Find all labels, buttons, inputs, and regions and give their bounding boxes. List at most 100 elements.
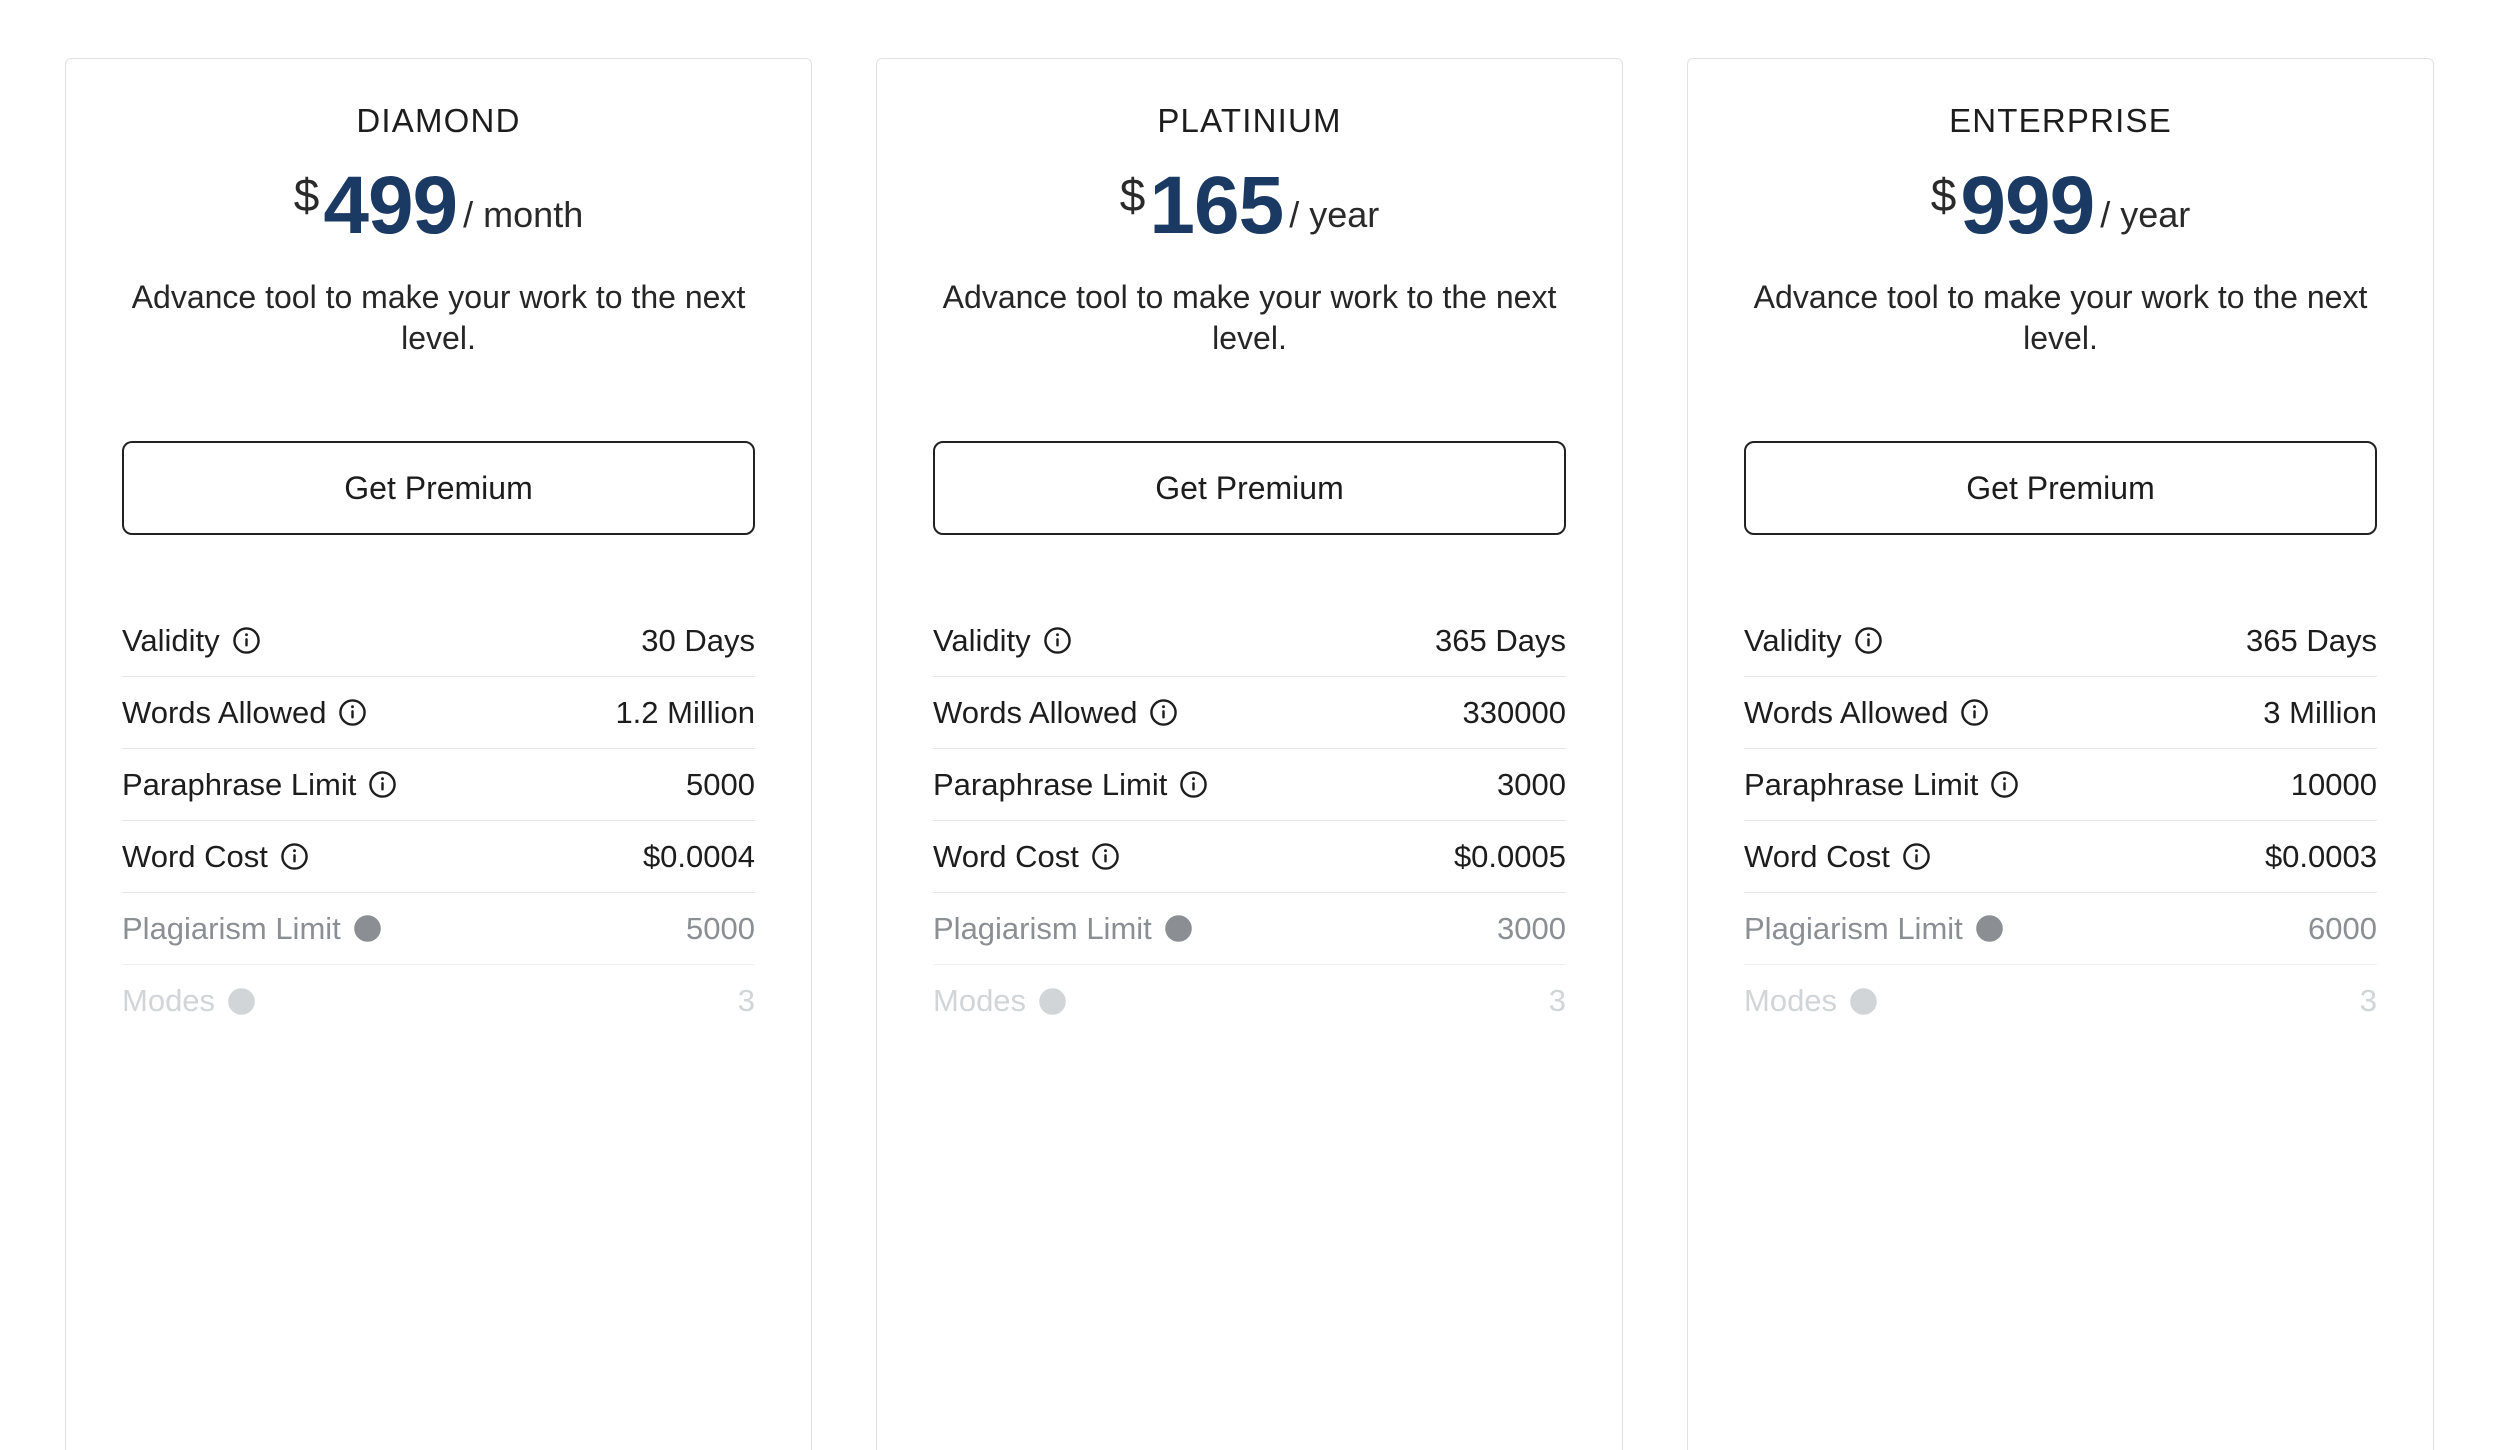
feature-label: Plagiarism Limit [122,910,341,946]
info-circle-icon[interactable] [353,914,382,943]
feature-label: Words Allowed [933,694,1138,730]
cta-wrapper: Get Premium [933,441,1566,536]
feature-row: Words Allowed 330000 [933,677,1566,750]
plan-description: Advance tool to make your work to the ne… [131,279,746,357]
feature-label: Validity [1744,622,1842,658]
feature-label: Paraphrase Limit [122,766,357,802]
info-circle-icon[interactable] [1975,914,2004,943]
feature-value: 3000 [1497,766,1566,802]
feature-label: Word Cost [1744,838,1890,874]
info-circle-icon[interactable] [1091,842,1120,871]
plan-price: $999/ year [1744,165,2377,247]
info-circle-icon[interactable] [1990,770,2019,799]
feature-label: Paraphrase Limit [1744,766,1979,802]
price-currency-symbol: $ [293,169,320,222]
feature-left: Plagiarism Limit [933,911,1193,947]
feature-value: $0.0004 [642,838,755,874]
plan-price: $165/ year [933,165,1566,247]
info-circle-icon[interactable] [1179,770,1208,799]
feature-value: $0.0005 [1453,838,1566,874]
feature-row: Paraphrase Limit 5000 [122,749,755,822]
feature-left: Validity [933,623,1072,659]
get-premium-button[interactable]: Get Premium [1744,441,2377,536]
info-circle-icon[interactable] [1960,698,1989,727]
info-circle-icon[interactable] [280,842,309,871]
info-circle-icon[interactable] [368,770,397,799]
feature-row: Validity 365 Days [933,605,1566,678]
get-premium-button[interactable]: Get Premium [122,441,755,536]
info-circle-icon[interactable] [1149,698,1178,727]
feature-label: Plagiarism Limit [933,910,1152,946]
feature-label: Paraphrase Limit [933,766,1168,802]
cta-wrapper: Get Premium [122,441,755,536]
price-amount: 165 [1149,160,1284,252]
info-circle-icon[interactable] [227,987,256,1016]
feature-label: Word Cost [122,838,268,874]
plan-title: PLATINIUM [1157,102,1342,139]
feature-row: Words Allowed 3 Million [1744,677,2377,750]
feature-value: 365 Days [2246,622,2377,658]
feature-list: Validity 30 Days Words Allowed 1.2 Milli… [122,605,755,1037]
feature-value: 30 Days [641,622,755,658]
feature-left: Plagiarism Limit [122,911,382,947]
feature-value: $0.0003 [2264,838,2377,874]
feature-left: Plagiarism Limit [1744,911,2004,947]
feature-value: 3000 [1497,910,1566,946]
feature-row: Paraphrase Limit 10000 [1744,749,2377,822]
price-period: / year [1289,194,1380,236]
feature-left: Word Cost [933,839,1120,875]
feature-value: 6000 [2308,910,2377,946]
get-premium-button[interactable]: Get Premium [933,441,1566,536]
info-circle-icon[interactable] [1902,842,1931,871]
feature-label: Validity [933,622,1031,658]
plan-card-enterprise: ENTERPRISE $999/ year Advance tool to ma… [1687,58,2434,1450]
pricing-cards-row: DIAMOND $499/ month Advance tool to make… [65,58,2435,1450]
info-circle-icon[interactable] [338,698,367,727]
feature-row: Plagiarism Limit 5000 [122,893,755,966]
cta-wrapper: Get Premium [1744,441,2377,536]
plan-price: $499/ month [122,165,755,247]
info-circle-icon[interactable] [1043,626,1072,655]
feature-row: Plagiarism Limit 6000 [1744,893,2377,966]
feature-row: Plagiarism Limit 3000 [933,893,1566,966]
feature-row: Modes 3 [122,965,755,1037]
feature-row: Validity 365 Days [1744,605,2377,678]
info-circle-icon[interactable] [1849,987,1878,1016]
plan-title: ENTERPRISE [1949,102,2172,139]
feature-left: Word Cost [1744,839,1931,875]
feature-label: Validity [122,622,220,658]
feature-left: Validity [1744,623,1883,659]
feature-left: Word Cost [122,839,309,875]
feature-label: Word Cost [933,838,1079,874]
feature-left: Validity [122,623,261,659]
feature-row: Modes 3 [1744,965,2377,1037]
feature-label: Modes [933,983,1027,1019]
feature-left: Paraphrase Limit [122,767,397,803]
price-amount: 999 [1960,160,2095,252]
feature-row: Word Cost $0.0004 [122,821,755,894]
feature-value: 3 [737,983,755,1019]
feature-list: Validity 365 Days Words Allowed 330000 P… [933,605,1566,1037]
info-circle-icon[interactable] [1854,626,1883,655]
feature-value: 5000 [686,910,755,946]
info-circle-icon[interactable] [1038,987,1067,1016]
plan-description: Advance tool to make your work to the ne… [1753,279,2368,357]
info-circle-icon[interactable] [232,626,261,655]
pricing-page: DIAMOND $499/ month Advance tool to make… [0,0,2500,1450]
info-circle-icon[interactable] [1164,914,1193,943]
feature-left: Words Allowed [1744,695,1989,731]
plan-title: DIAMOND [356,102,521,139]
feature-value: 365 Days [1435,622,1566,658]
feature-value: 3 Million [2263,694,2377,730]
feature-row: Modes 3 [933,965,1566,1037]
feature-label: Plagiarism Limit [1744,910,1963,946]
plan-card-diamond: DIAMOND $499/ month Advance tool to make… [65,58,812,1450]
feature-row: Words Allowed 1.2 Million [122,677,755,750]
feature-list: Validity 365 Days Words Allowed 3 Millio… [1744,605,2377,1037]
feature-label: Words Allowed [122,694,327,730]
plan-card-platinium: PLATINIUM $165/ year Advance tool to mak… [876,58,1623,1450]
feature-left: Words Allowed [933,695,1178,731]
price-period: / month [463,194,584,236]
feature-row: Paraphrase Limit 3000 [933,749,1566,822]
feature-value: 5000 [686,766,755,802]
